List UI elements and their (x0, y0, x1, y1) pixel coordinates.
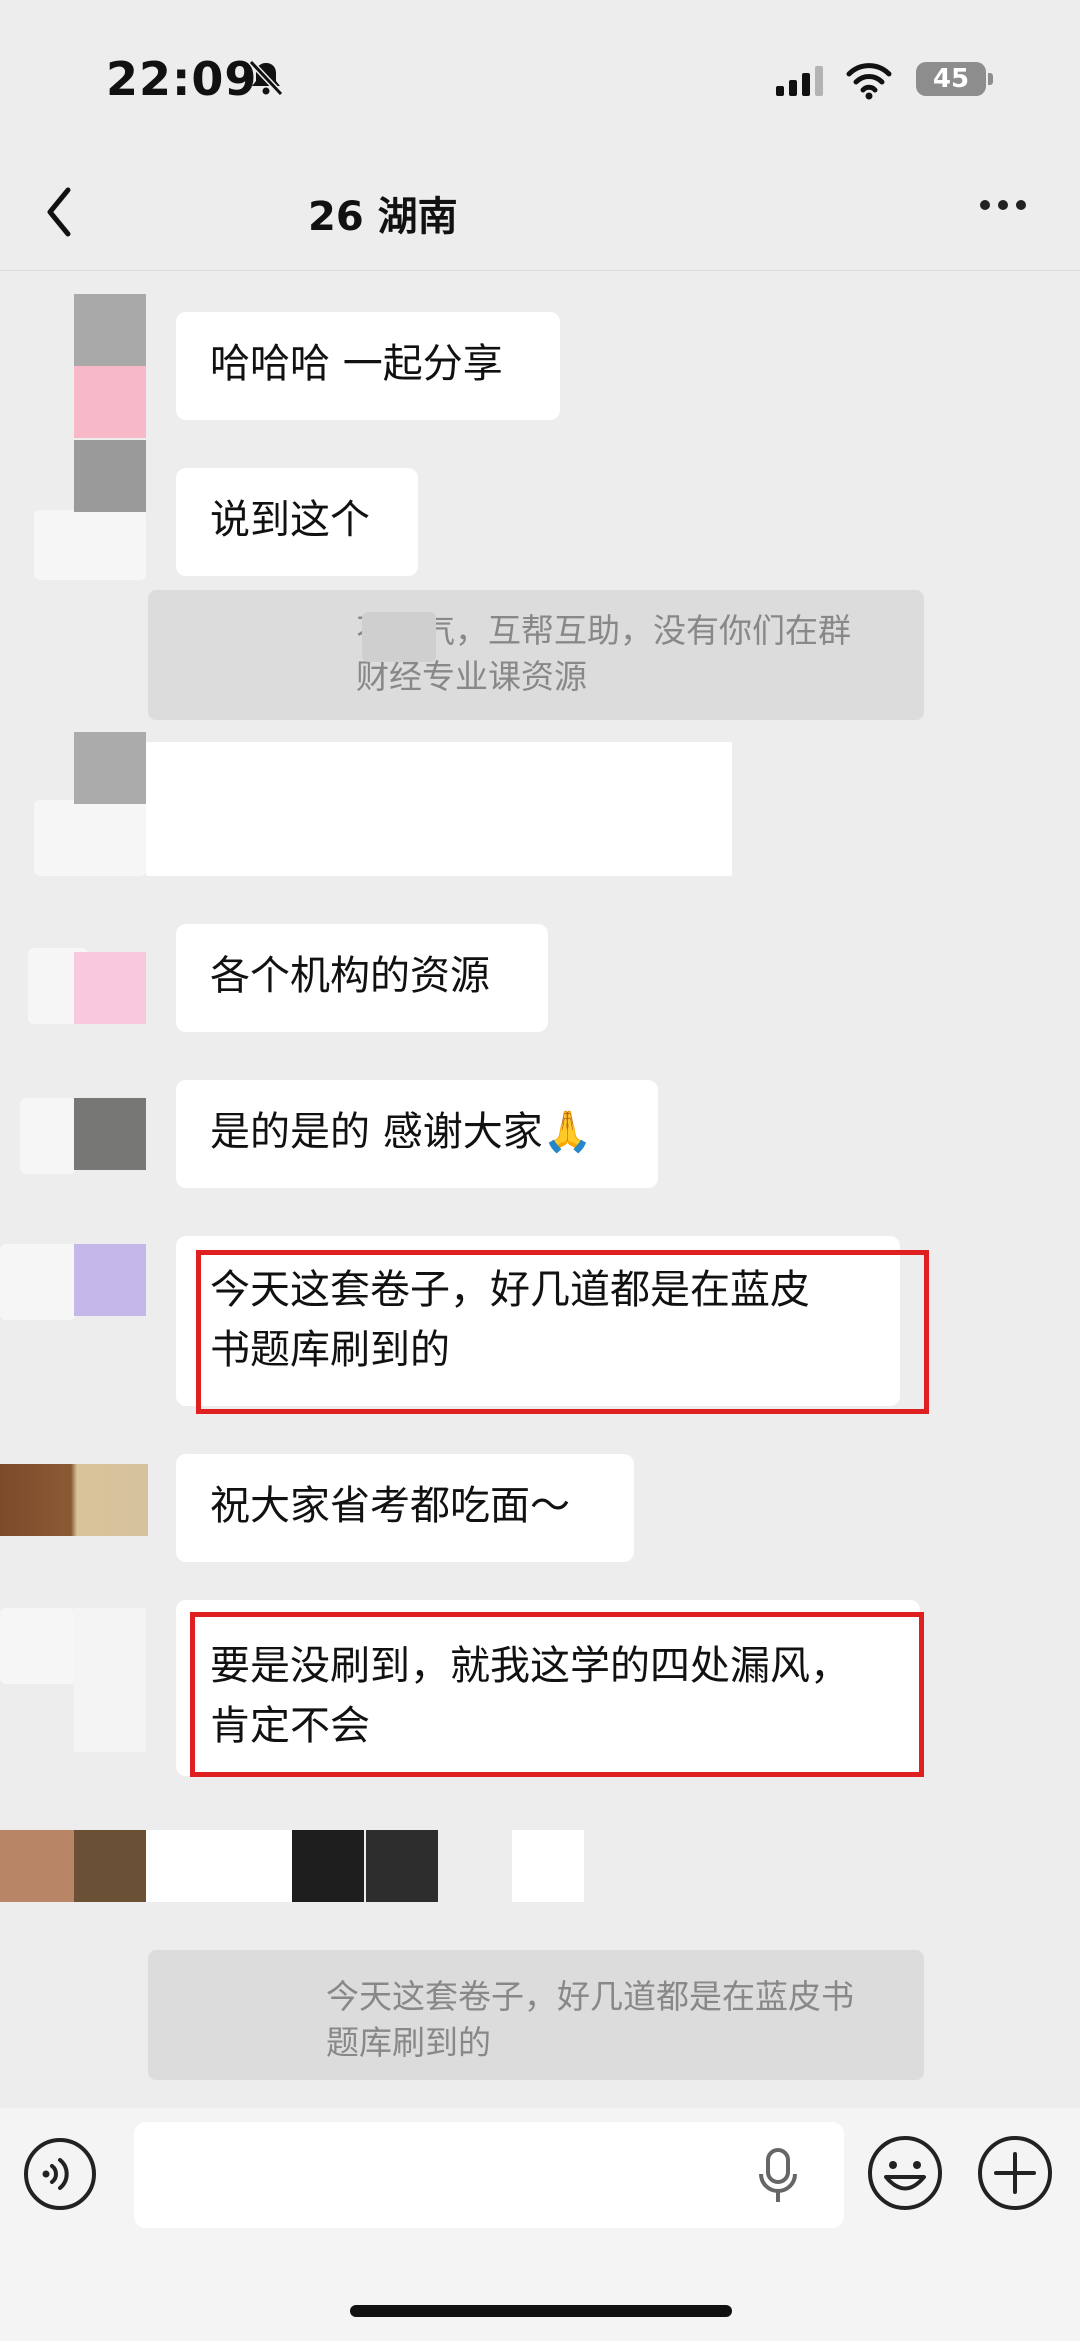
quoted-reply[interactable]: 今天这套卷子，好几道都是在蓝皮书 题库刷到的 (148, 1950, 924, 2080)
chat-title: 26 湖南 (308, 194, 458, 240)
voice-icon[interactable] (22, 2136, 98, 2212)
blurred-message (146, 742, 732, 876)
avatar[interactable] (74, 732, 146, 804)
avatar[interactable] (0, 1464, 148, 1536)
message-bubble[interactable]: 说到这个 (176, 468, 418, 576)
blurred-area (362, 612, 436, 662)
plus-icon[interactable] (976, 2134, 1054, 2212)
message-bubble[interactable]: 是的是的 感谢大家🙏 (176, 1080, 658, 1188)
avatar[interactable] (74, 1608, 146, 1752)
message-bubble[interactable]: 各个机构的资源 (176, 924, 548, 1032)
highlight-box (196, 1250, 929, 1414)
avatar (146, 1830, 292, 1902)
blurred-area (34, 800, 146, 876)
battery-indicator: 45 (916, 62, 986, 96)
quoted-reply[interactable]: 不客气，互帮互助，没有你们在群 财经专业课资源 (148, 590, 924, 720)
back-chevron-icon[interactable] (40, 182, 80, 242)
blurred-area (0, 1244, 76, 1320)
message-input[interactable] (134, 2122, 844, 2228)
avatar (512, 1830, 584, 1902)
avatar (74, 1830, 146, 1902)
signal-icon (776, 66, 823, 96)
avatar[interactable] (74, 952, 146, 1024)
avatar (292, 1830, 364, 1902)
battery-cap (988, 73, 993, 85)
avatar[interactable] (74, 440, 146, 512)
avatar (366, 1830, 438, 1902)
wifi-icon (846, 63, 892, 100)
microphone-icon[interactable] (756, 2148, 800, 2204)
message-bubble[interactable]: 祝大家省考都吃面～ (176, 1454, 634, 1562)
home-indicator (350, 2305, 732, 2317)
avatar (0, 1830, 74, 1902)
message-bubble[interactable]: 哈哈哈 一起分享 (176, 312, 560, 420)
blurred-area (20, 1098, 76, 1174)
highlight-box (190, 1612, 924, 1777)
bell-muted-icon (248, 59, 284, 97)
blurred-area (34, 510, 146, 580)
more-dots-icon[interactable] (978, 190, 1028, 220)
avatar[interactable] (74, 1098, 146, 1170)
avatar[interactable] (74, 294, 146, 438)
nav-bar (0, 160, 1080, 271)
avatar[interactable] (74, 1244, 146, 1316)
blurred-area (0, 1608, 76, 1684)
status-time: 22:09 (106, 52, 258, 106)
emoji-icon[interactable] (866, 2134, 944, 2212)
